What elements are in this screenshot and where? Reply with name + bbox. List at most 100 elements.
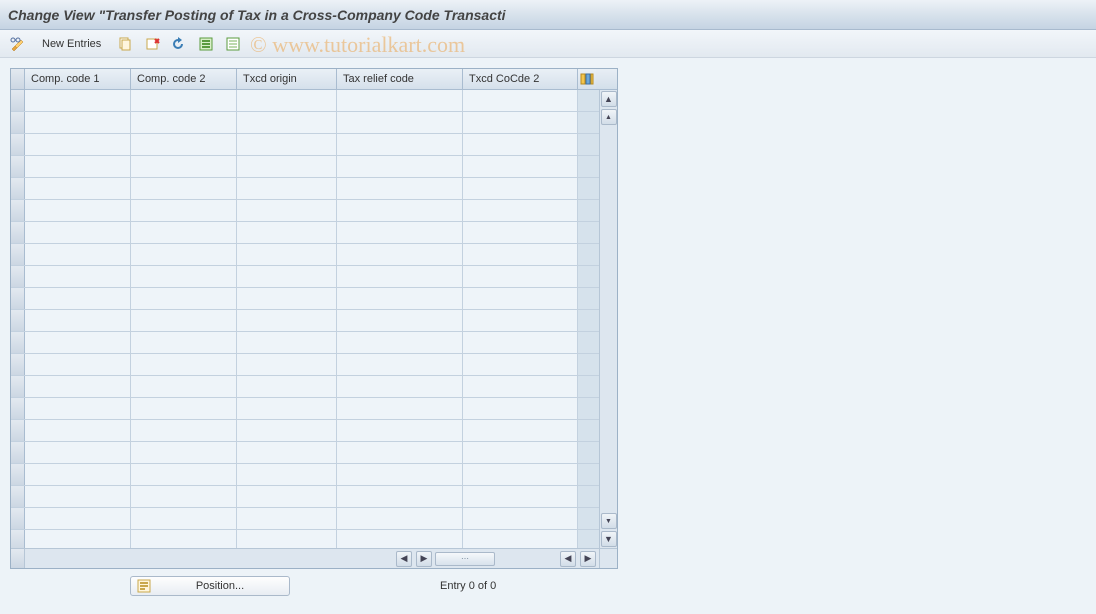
cell[interactable]	[337, 420, 463, 441]
cell[interactable]	[463, 200, 578, 221]
cell[interactable]	[25, 442, 131, 463]
cell[interactable]	[25, 398, 131, 419]
cell[interactable]	[463, 332, 578, 353]
row-selector[interactable]	[11, 310, 25, 331]
cell[interactable]	[131, 508, 237, 529]
cell[interactable]	[25, 486, 131, 507]
cell[interactable]	[25, 420, 131, 441]
cell[interactable]	[337, 508, 463, 529]
scroll-down-button[interactable]: ▼	[601, 531, 617, 547]
cell[interactable]	[25, 156, 131, 177]
cell[interactable]	[131, 134, 237, 155]
cell[interactable]	[131, 112, 237, 133]
delete-button[interactable]	[140, 34, 164, 54]
cell[interactable]	[237, 486, 337, 507]
select-all-button[interactable]	[194, 34, 218, 54]
cell[interactable]	[337, 266, 463, 287]
cell[interactable]	[131, 310, 237, 331]
cell[interactable]	[463, 288, 578, 309]
cell[interactable]	[25, 244, 131, 265]
undo-button[interactable]	[167, 34, 191, 54]
cell[interactable]	[463, 508, 578, 529]
cell[interactable]	[25, 266, 131, 287]
cell[interactable]	[337, 310, 463, 331]
row-selector[interactable]	[11, 508, 25, 529]
horizontal-scrollbar[interactable]: ◀ ▶ ⋯ ◀ ▶	[25, 550, 599, 568]
cell[interactable]	[25, 508, 131, 529]
cell[interactable]	[237, 332, 337, 353]
cell[interactable]	[463, 442, 578, 463]
cell[interactable]	[337, 486, 463, 507]
column-header-4[interactable]: Txcd CoCde 2	[463, 69, 578, 89]
cell[interactable]	[337, 134, 463, 155]
cell[interactable]	[237, 442, 337, 463]
cell[interactable]	[25, 332, 131, 353]
column-header-2[interactable]: Txcd origin	[237, 69, 337, 89]
cell[interactable]	[237, 464, 337, 485]
cell[interactable]	[463, 398, 578, 419]
deselect-all-button[interactable]	[221, 34, 245, 54]
cell[interactable]	[25, 354, 131, 375]
cell[interactable]	[237, 178, 337, 199]
column-header-3[interactable]: Tax relief code	[337, 69, 463, 89]
row-selector[interactable]	[11, 200, 25, 221]
cell[interactable]	[237, 112, 337, 133]
cell[interactable]	[337, 354, 463, 375]
cell[interactable]	[337, 288, 463, 309]
cell[interactable]	[131, 442, 237, 463]
cell[interactable]	[337, 464, 463, 485]
cell[interactable]	[463, 486, 578, 507]
cell[interactable]	[237, 288, 337, 309]
cell[interactable]	[25, 530, 131, 548]
row-selector[interactable]	[11, 134, 25, 155]
cell[interactable]	[463, 376, 578, 397]
cell[interactable]	[131, 288, 237, 309]
scroll-left-first-button[interactable]: ◀	[396, 551, 412, 567]
vertical-scrollbar[interactable]: ▲ ▲ ▼ ▼	[599, 90, 617, 548]
row-selector[interactable]	[11, 222, 25, 243]
row-selector[interactable]	[11, 398, 25, 419]
row-selector[interactable]	[11, 376, 25, 397]
cell[interactable]	[131, 178, 237, 199]
cell[interactable]	[337, 332, 463, 353]
cell[interactable]	[337, 530, 463, 548]
cell[interactable]	[237, 200, 337, 221]
cell[interactable]	[463, 222, 578, 243]
cell[interactable]	[237, 134, 337, 155]
cell[interactable]	[237, 266, 337, 287]
cell[interactable]	[337, 398, 463, 419]
cell[interactable]	[25, 464, 131, 485]
column-header-1[interactable]: Comp. code 2	[131, 69, 237, 89]
row-selector[interactable]	[11, 156, 25, 177]
cell[interactable]	[237, 420, 337, 441]
row-selector[interactable]	[11, 486, 25, 507]
cell[interactable]	[463, 178, 578, 199]
cell[interactable]	[131, 244, 237, 265]
cell[interactable]	[337, 222, 463, 243]
cell[interactable]	[237, 156, 337, 177]
cell[interactable]	[463, 266, 578, 287]
column-header-0[interactable]: Comp. code 1	[25, 69, 131, 89]
cell[interactable]	[463, 112, 578, 133]
cell[interactable]	[131, 200, 237, 221]
row-selector[interactable]	[11, 178, 25, 199]
cell[interactable]	[463, 530, 578, 548]
cell[interactable]	[131, 266, 237, 287]
cell[interactable]	[337, 156, 463, 177]
cell[interactable]	[337, 244, 463, 265]
cell[interactable]	[237, 222, 337, 243]
scroll-page-down-button[interactable]: ▼	[601, 513, 617, 529]
scroll-right-button[interactable]: ◀	[560, 551, 576, 567]
cell[interactable]	[237, 376, 337, 397]
cell[interactable]	[25, 112, 131, 133]
toggle-edit-button[interactable]	[6, 34, 30, 54]
row-selector[interactable]	[11, 530, 25, 548]
row-selector[interactable]	[11, 266, 25, 287]
cell[interactable]	[25, 134, 131, 155]
cell[interactable]	[237, 508, 337, 529]
copy-as-button[interactable]	[113, 34, 137, 54]
cell[interactable]	[463, 354, 578, 375]
cell[interactable]	[131, 398, 237, 419]
cell[interactable]	[463, 464, 578, 485]
cell[interactable]	[237, 310, 337, 331]
